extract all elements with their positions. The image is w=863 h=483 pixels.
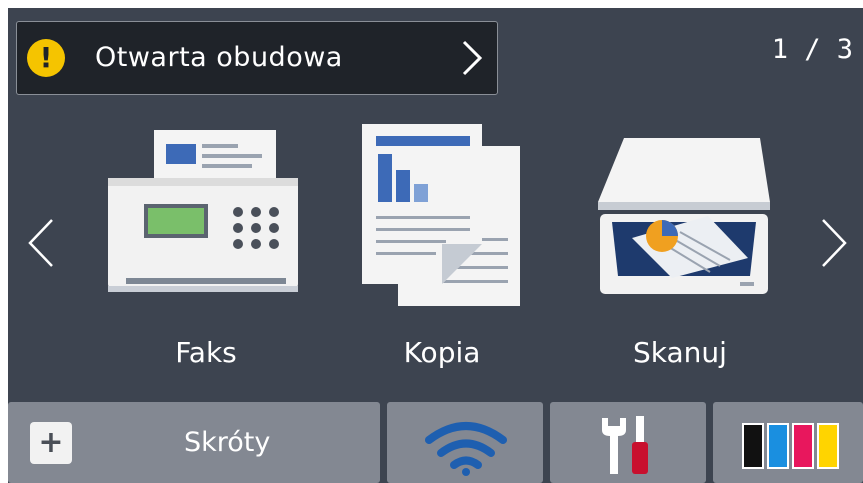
warning-icon: ! <box>27 39 65 77</box>
app-scan-label: Skanuj <box>633 336 727 369</box>
ink-cartridge-bar <box>792 423 814 469</box>
ink-cartridge-bar <box>742 423 764 469</box>
fax-icon <box>108 130 298 292</box>
warning-glyph: ! <box>39 41 53 74</box>
copy-icon <box>362 124 520 306</box>
wifi-button[interactable] <box>387 402 543 483</box>
chevron-right-icon <box>462 40 483 76</box>
settings-tools-button[interactable] <box>550 402 706 483</box>
printer-home-screen: ! Otwarta obudowa 1 / 3 Faks Kopia Skanu… <box>8 8 863 483</box>
next-page-arrow-icon[interactable] <box>819 218 849 268</box>
status-message-text: Otwarta obudowa <box>95 42 343 73</box>
ink-levels-button[interactable] <box>713 402 863 483</box>
ink-icon <box>742 423 839 469</box>
plus-icon: + <box>30 422 72 464</box>
tools-icon <box>602 416 648 474</box>
previous-page-arrow-icon[interactable] <box>26 218 56 268</box>
ink-cartridge-bar <box>767 423 789 469</box>
app-copy-button[interactable]: Kopia <box>342 118 542 378</box>
app-fax-button[interactable]: Faks <box>106 118 306 378</box>
ink-cartridge-bar <box>817 423 839 469</box>
status-message-bar[interactable]: ! Otwarta obudowa <box>16 21 498 95</box>
bottom-dock: + Skróty <box>8 402 863 483</box>
plus-glyph: + <box>38 425 64 460</box>
shortcuts-button[interactable]: + Skróty <box>8 402 380 483</box>
scanner-icon <box>598 138 770 294</box>
app-scan-button[interactable]: Skanuj <box>580 118 780 378</box>
wifi-icon <box>425 422 507 476</box>
shortcuts-label: Skróty <box>184 427 271 458</box>
app-copy-label: Kopia <box>403 336 481 369</box>
page-indicator: 1 / 3 <box>771 34 853 65</box>
app-fax-label: Faks <box>175 336 237 369</box>
